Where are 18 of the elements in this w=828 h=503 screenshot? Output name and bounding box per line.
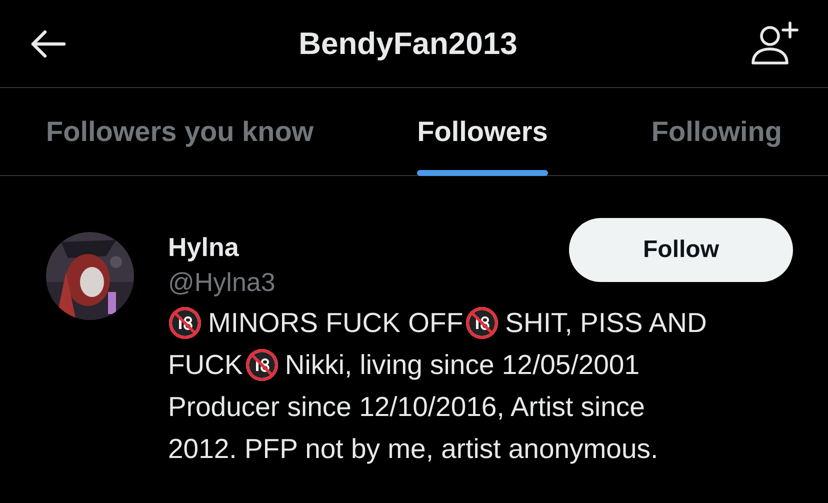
tab[interactable]: Following: [651, 88, 782, 175]
tab[interactable]: Followers you know: [46, 88, 314, 175]
add-user-icon[interactable]: [750, 20, 800, 66]
follow-button[interactable]: Follow: [569, 218, 793, 282]
profile-title: BendyFan2013: [298, 26, 518, 62]
no-under-18-icon: [465, 306, 500, 340]
bio-text: 2012. PFP not by me, artist anonymous.: [168, 432, 658, 466]
no-under-18-icon: [168, 306, 202, 340]
bio-text: Producer since 12/10/2016, Artist since: [168, 390, 645, 424]
bio-text: Nikki, living since 12/05/2001: [284, 348, 640, 382]
bio-text: MINORS FUCK OFF: [208, 306, 464, 340]
bio-text: SHIT, PISS AND: [505, 306, 707, 340]
user-name: Hylna: [168, 232, 240, 263]
no-under-18-icon: [244, 348, 279, 382]
back-arrow-icon[interactable]: [30, 28, 66, 58]
bio-text: FUCK: [168, 348, 243, 382]
tab[interactable]: Followers: [417, 88, 548, 175]
user-handle: @Hylna3: [168, 267, 276, 298]
